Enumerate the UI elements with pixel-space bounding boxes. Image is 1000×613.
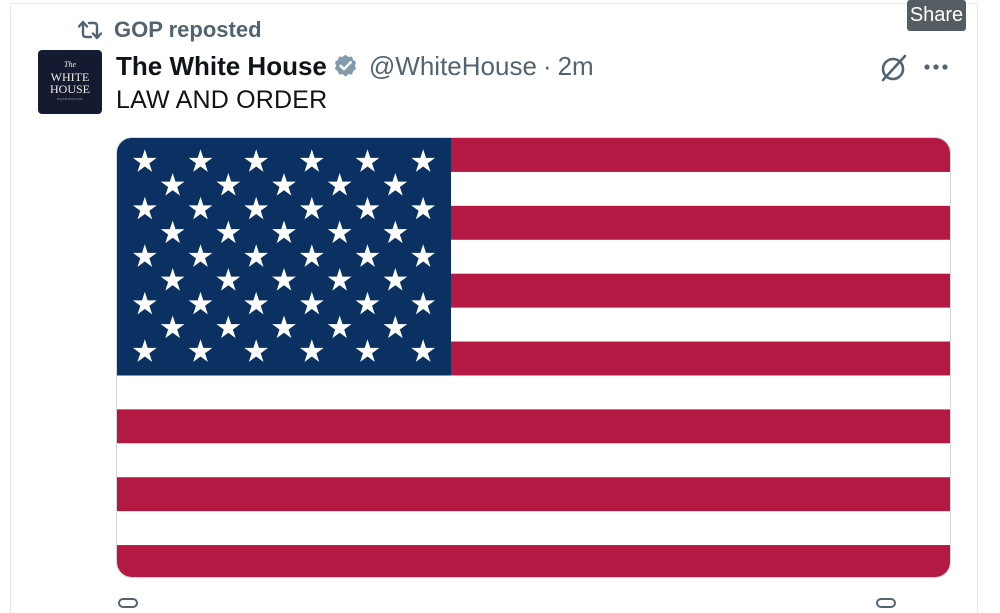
repost-label[interactable]: GOP reposted xyxy=(114,17,262,43)
more-icon[interactable] xyxy=(922,58,950,76)
repost-icon xyxy=(78,19,102,41)
bookmark-icon[interactable] xyxy=(876,598,896,608)
separator-dot: · xyxy=(542,50,552,81)
flag-stripe xyxy=(117,409,950,444)
handle[interactable]: @WhiteHouse xyxy=(369,51,537,82)
grok-icon[interactable] xyxy=(879,53,909,83)
avatar[interactable]: The WHITE HOUSE WASHINGTON xyxy=(38,50,102,114)
avatar-line1: The xyxy=(64,60,76,69)
flag-stripe xyxy=(117,511,950,546)
tweet-media-image[interactable] xyxy=(116,137,951,578)
flag-stripe xyxy=(117,443,950,478)
reply-icon[interactable] xyxy=(118,598,138,608)
flag-stripe xyxy=(117,375,950,410)
flag-stripe xyxy=(117,477,950,512)
verified-badge-icon[interactable] xyxy=(332,53,359,80)
tweet-header: The White House @WhiteHouse · 2m xyxy=(116,48,594,84)
avatar-line3: WASHINGTON xyxy=(57,97,83,101)
repost-indicator[interactable]: GOP reposted xyxy=(78,16,262,44)
share-tooltip: Share xyxy=(907,0,966,31)
display-name[interactable]: The White House xyxy=(116,51,327,82)
american-flag-image xyxy=(117,138,950,577)
tweet-text: LAW AND ORDER xyxy=(116,86,328,114)
timestamp[interactable]: 2m xyxy=(558,51,594,82)
flag-stripe xyxy=(117,545,950,577)
avatar-line2: WHITE HOUSE xyxy=(49,70,90,96)
